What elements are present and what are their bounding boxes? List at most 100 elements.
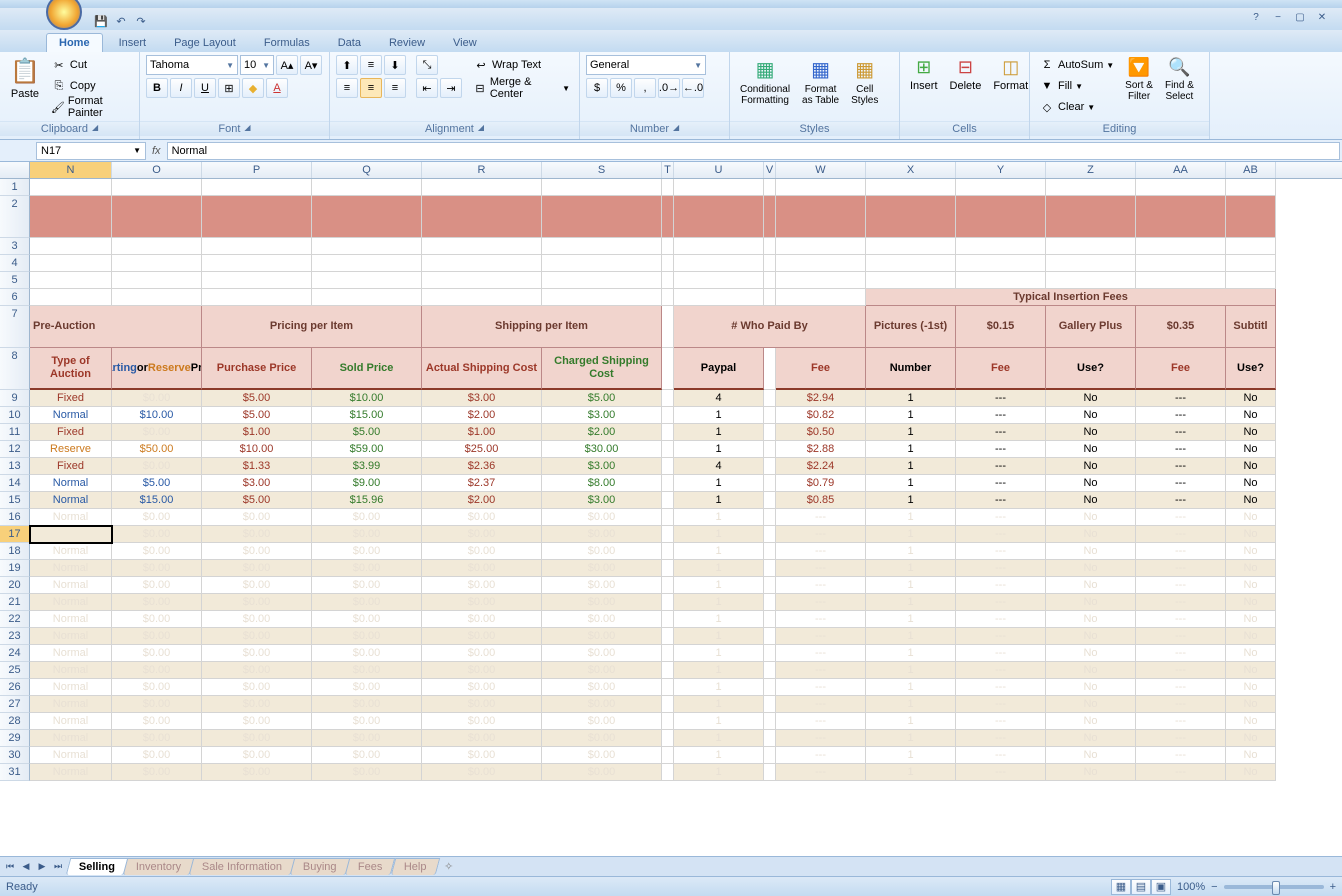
dialog-launcher-icon[interactable]: ◢ xyxy=(478,123,484,135)
cell[interactable] xyxy=(764,348,776,390)
cell[interactable] xyxy=(662,645,674,662)
cell[interactable] xyxy=(662,730,674,747)
row-header[interactable]: 10 xyxy=(0,407,30,424)
cell[interactable]: No xyxy=(1046,509,1136,526)
increase-indent-button[interactable]: ⇥ xyxy=(440,78,462,98)
cell[interactable]: No xyxy=(1046,628,1136,645)
cell[interactable]: $0.00 xyxy=(422,747,542,764)
cell[interactable]: --- xyxy=(776,577,866,594)
cell[interactable]: $5.00 xyxy=(312,424,422,441)
cell[interactable] xyxy=(764,628,776,645)
cell[interactable] xyxy=(542,179,662,196)
page-layout-view-icon[interactable]: ▤ xyxy=(1131,879,1151,895)
cell[interactable]: --- xyxy=(1136,407,1226,424)
cell[interactable] xyxy=(764,526,776,543)
cell[interactable]: 1 xyxy=(674,543,764,560)
cell[interactable]: 1 xyxy=(674,492,764,509)
cell[interactable] xyxy=(764,594,776,611)
cell[interactable]: --- xyxy=(1136,594,1226,611)
cell[interactable]: No xyxy=(1226,407,1276,424)
autosum-button[interactable]: ΣAutoSum▼ xyxy=(1036,55,1117,75)
row-header[interactable]: 30 xyxy=(0,747,30,764)
prev-sheet-icon[interactable]: ◀ xyxy=(18,861,34,872)
cell[interactable]: $0.00 xyxy=(112,730,202,747)
column-header-R[interactable]: R xyxy=(422,162,542,178)
cell[interactable] xyxy=(112,272,202,289)
cell[interactable] xyxy=(312,255,422,272)
cell[interactable]: $0.00 xyxy=(202,764,312,781)
format-painter-button[interactable]: 🖌Format Painter xyxy=(48,97,133,117)
column-header-W[interactable]: W xyxy=(776,162,866,178)
cell[interactable]: 1 xyxy=(674,747,764,764)
header-typical-fees[interactable]: Typical Insertion Fees xyxy=(866,289,1276,306)
cell[interactable] xyxy=(764,492,776,509)
cell[interactable]: 1 xyxy=(866,645,956,662)
row-header[interactable]: 2 xyxy=(0,196,30,238)
increase-decimal-button[interactable]: .0→ xyxy=(658,78,680,98)
cell[interactable]: $8.00 xyxy=(542,475,662,492)
cell[interactable]: --- xyxy=(956,713,1046,730)
cell[interactable] xyxy=(776,289,866,306)
cell[interactable]: $2.00 xyxy=(542,424,662,441)
cell[interactable]: $0.00 xyxy=(542,594,662,611)
zoom-slider[interactable] xyxy=(1224,885,1324,889)
cell[interactable]: 1 xyxy=(674,594,764,611)
cell[interactable]: $0.00 xyxy=(312,764,422,781)
cell[interactable]: --- xyxy=(776,679,866,696)
sheet-tab-help[interactable]: Help xyxy=(390,858,439,875)
cell[interactable]: $0.00 xyxy=(422,509,542,526)
row-header[interactable]: 27 xyxy=(0,696,30,713)
cell[interactable]: $0.50 xyxy=(776,424,866,441)
find-select-button[interactable]: 🔍Find & Select xyxy=(1161,55,1198,104)
cell[interactable]: No xyxy=(1046,458,1136,475)
cell[interactable] xyxy=(866,255,956,272)
cell[interactable] xyxy=(776,238,866,255)
cell[interactable]: $0.00 xyxy=(202,594,312,611)
row-header[interactable]: 31 xyxy=(0,764,30,781)
next-sheet-icon[interactable]: ▶ xyxy=(34,861,50,872)
cell[interactable]: 1 xyxy=(674,764,764,781)
shrink-font-button[interactable]: A▾ xyxy=(300,55,322,75)
cell[interactable]: No xyxy=(1046,747,1136,764)
cell[interactable] xyxy=(764,424,776,441)
cell[interactable]: $0.00 xyxy=(542,696,662,713)
cell[interactable] xyxy=(1046,196,1136,238)
align-left-button[interactable]: ≡ xyxy=(336,78,358,98)
fx-icon[interactable]: fx xyxy=(152,145,161,157)
cell[interactable]: --- xyxy=(776,696,866,713)
cell[interactable]: $3.00 xyxy=(542,458,662,475)
cell[interactable]: $2.24 xyxy=(776,458,866,475)
cell[interactable]: $0.00 xyxy=(112,594,202,611)
column-header-Y[interactable]: Y xyxy=(956,162,1046,178)
column-header-AB[interactable]: AB xyxy=(1226,162,1276,178)
tab-home[interactable]: Home xyxy=(46,33,103,52)
cell[interactable] xyxy=(662,255,674,272)
cell[interactable] xyxy=(866,272,956,289)
cell[interactable]: 4 xyxy=(674,390,764,407)
cell[interactable] xyxy=(30,289,112,306)
cell[interactable]: $3.00 xyxy=(202,475,312,492)
cell[interactable]: $5.00 xyxy=(112,475,202,492)
cell[interactable]: --- xyxy=(956,458,1046,475)
cell[interactable]: --- xyxy=(776,509,866,526)
cell[interactable] xyxy=(764,645,776,662)
close-icon[interactable]: ✕ xyxy=(1312,10,1332,24)
cell[interactable]: $0.00 xyxy=(202,679,312,696)
font-color-button[interactable]: A xyxy=(266,78,288,98)
clear-button[interactable]: ◇Clear▼ xyxy=(1036,97,1117,117)
cell[interactable]: No xyxy=(1226,764,1276,781)
page-break-view-icon[interactable]: ▣ xyxy=(1151,879,1171,895)
cell[interactable]: No xyxy=(1046,424,1136,441)
cell[interactable] xyxy=(764,543,776,560)
decrease-decimal-button[interactable]: ←.0 xyxy=(682,78,704,98)
cell[interactable] xyxy=(674,272,764,289)
bold-button[interactable]: B xyxy=(146,78,168,98)
cell[interactable]: $0.00 xyxy=(112,560,202,577)
cell[interactable]: $0.00 xyxy=(202,645,312,662)
cell[interactable]: $0.00 xyxy=(542,509,662,526)
cell[interactable] xyxy=(956,238,1046,255)
cell[interactable]: $2.00 xyxy=(422,492,542,509)
cell[interactable]: --- xyxy=(1136,509,1226,526)
cell[interactable]: $0.82 xyxy=(776,407,866,424)
cell[interactable]: $0.00 xyxy=(312,679,422,696)
